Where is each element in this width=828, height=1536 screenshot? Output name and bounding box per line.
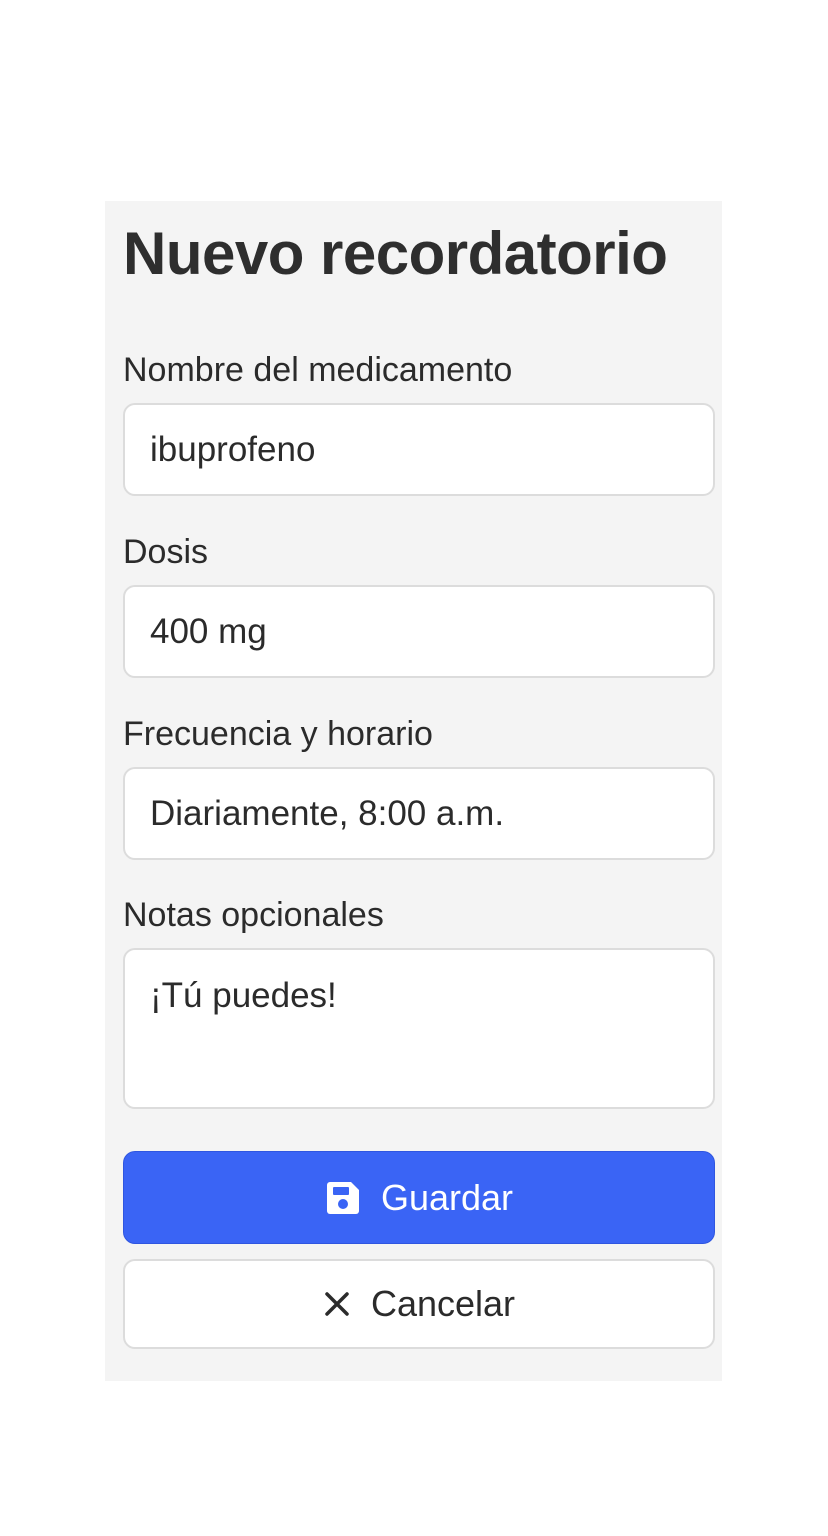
notes-label: Notas opcionales bbox=[123, 896, 384, 934]
frequency-label: Frecuencia y horario bbox=[123, 715, 433, 753]
save-icon bbox=[325, 1180, 361, 1216]
dose-input[interactable] bbox=[123, 585, 715, 678]
reminder-form: Nuevo recordatorio Nombre del medicament… bbox=[105, 201, 722, 1381]
cancel-button-label: Cancelar bbox=[370, 1283, 516, 1324]
medication-name-input[interactable] bbox=[123, 403, 715, 496]
close-icon bbox=[323, 1290, 351, 1318]
notes-textarea[interactable]: ¡Tú puedes! bbox=[123, 948, 715, 1109]
page-title: Nuevo recordatorio bbox=[123, 220, 668, 287]
dose-label: Dosis bbox=[123, 533, 209, 571]
medication-name-label: Nombre del medicamento bbox=[123, 351, 513, 389]
cancel-button[interactable]: Cancelar bbox=[123, 1259, 715, 1349]
save-button-label: Guardar bbox=[380, 1176, 514, 1218]
frequency-input[interactable] bbox=[123, 767, 715, 860]
save-button[interactable]: Guardar bbox=[123, 1151, 715, 1244]
